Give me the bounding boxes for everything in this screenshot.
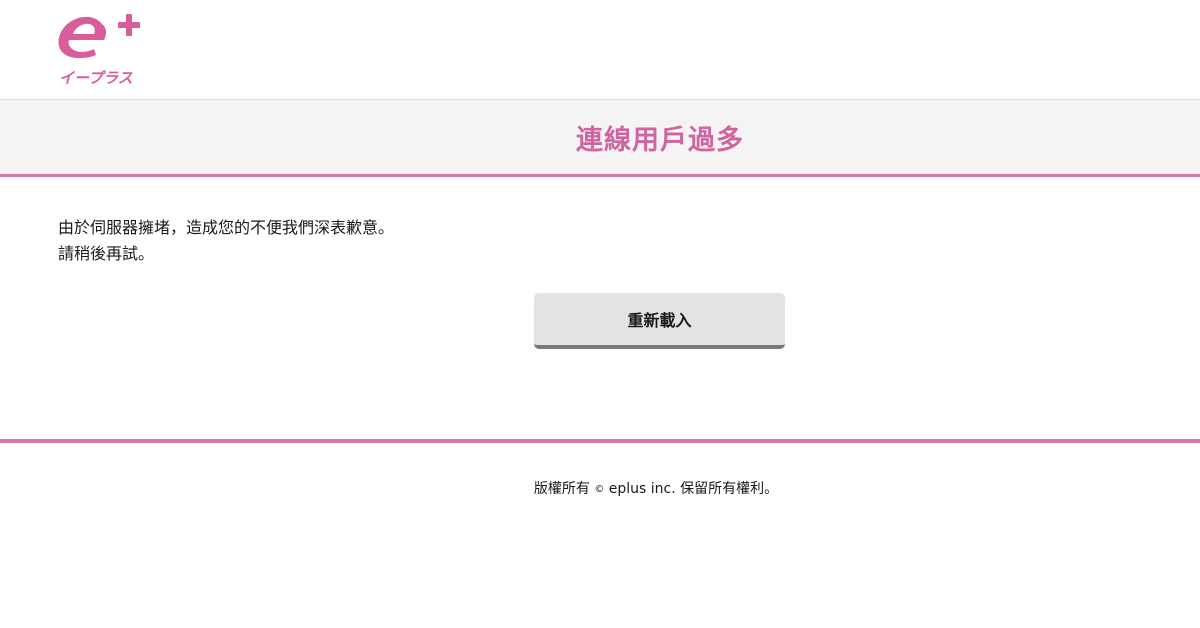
copyright-suffix: eplus inc. 保留所有權利。 — [608, 481, 779, 497]
error-message-line: 由於伺服器擁堵，造成您的不便我們深表歉意。 — [58, 218, 395, 237]
copyright-prefix: 版權所有 — [533, 481, 590, 497]
retry-message-line: 請稍後再試。 — [58, 244, 155, 263]
eplus-logo[interactable]: イープラス — [56, 10, 148, 90]
logo-kana-text: イープラス — [59, 69, 133, 87]
eplus-logo-mark-icon — [58, 14, 140, 59]
footer-divider — [0, 439, 1200, 443]
site-header: イープラス — [0, 0, 1200, 100]
title-band: 連線用戶過多 — [0, 100, 1200, 177]
error-message: 由於伺服器擁堵，造成您的不便我們深表歉意。 請稍後再試。 — [58, 215, 394, 267]
page-title: 連線用戶過多 — [576, 125, 744, 156]
copyright-text: 版權所有 © eplus inc. 保留所有權利。 — [534, 478, 778, 498]
site-footer: 版權所有 © eplus inc. 保留所有權利。 — [0, 478, 1200, 498]
copyright-symbol: © — [594, 484, 605, 495]
reload-button[interactable]: 重新載入 — [534, 293, 785, 349]
